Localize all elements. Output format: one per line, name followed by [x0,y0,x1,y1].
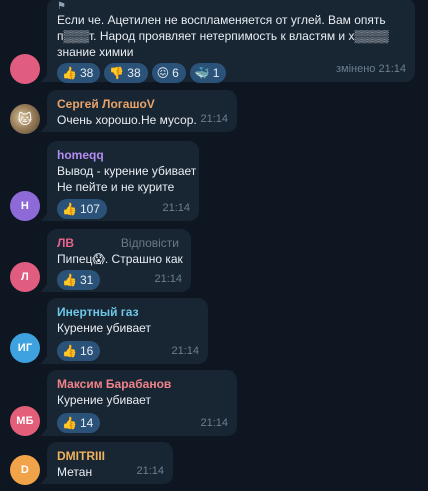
thumbs-up-icon: 👍 [62,66,77,80]
avatar-initials: D [20,464,30,476]
message-text-part: Пипец [57,252,93,266]
message-time: змінено 21:14 [335,63,406,75]
avatar[interactable]: H [10,191,40,221]
sender-name[interactable]: homeqq [57,147,190,163]
message-time: 21:14 [162,202,190,214]
message-bubble[interactable]: Инертный газ Курение убивает 👍 16 21:14 [41,298,208,364]
reaction-thumbs-up[interactable]: 👍 14 [57,413,101,433]
reaction-count: 31 [79,273,94,287]
reaction-thumbs-up[interactable]: 👍 107 [57,199,107,219]
reaction-count: 38 [79,66,94,80]
reaction-thumbs-up[interactable]: 👍 38 [57,63,101,83]
reaction-count: 16 [79,344,94,358]
reaction-thumbs-up[interactable]: 👍 31 [57,270,101,290]
message-text-line: п▒▒▒т. Народ проявляет нетерпимость к вл… [57,29,389,43]
avatar-initials: H [20,200,30,212]
message-bubble[interactable]: Максим Барабанов Курение убивает 👍 14 21… [41,370,237,436]
thumbs-up-icon: 👍 [62,344,77,358]
avatar[interactable] [10,54,40,84]
message-bubble[interactable]: Сергей ЛогашоV Очень хорошо.Не мусор. 21… [41,90,237,132]
message-text-line: Если че. Ацетилен не воспламеняется от у… [57,13,386,27]
sender-name[interactable]: Инертный газ [57,304,199,320]
avatar-initials: МБ [16,415,34,427]
sender-name[interactable]: Сергей ЛогашоV [57,96,228,112]
avatar[interactable]: Л [10,262,40,292]
message-time: 21:14 [136,465,164,477]
scared-face-icon: 😱 [92,252,105,266]
message-text-line: Вывод - курение убивает [57,164,197,178]
reaction-thumbs-up[interactable]: 👍 16 [57,341,101,361]
forward-flag-icon: ⚑ [57,1,66,12]
message-time: 21:14 [200,113,228,125]
reaction-count: 14 [79,416,94,430]
thumbs-up-icon: 👍 [62,202,77,216]
cat-photo-icon: 🐱 [17,110,33,127]
message-text-part: . Страшно как [104,252,183,266]
avatar[interactable]: D [10,455,40,485]
message-text: Курение убивает [57,321,151,335]
reaction-count: 1 [212,66,220,80]
reaction-count: 6 [172,66,179,80]
reply-button[interactable]: Відповісти [121,236,179,250]
reaction-thumbs-down[interactable]: 👎 38 [104,63,148,83]
message-bubble[interactable]: ⚑ Если че. Ацетилен не воспламеняется от… [41,0,415,83]
avatar[interactable]: МБ [10,406,40,436]
message-time: 21:14 [171,345,199,357]
reaction-count: 38 [127,66,141,80]
reaction-count: 107 [79,202,100,216]
message-bubble[interactable]: homeqq Вывод - курение убивает Не пейте … [41,141,199,221]
whale-icon: 🐳 [194,66,210,80]
avatar[interactable]: 🐱 [10,104,40,134]
sender-name[interactable]: DMITRIII [57,448,164,464]
message-text: Пипец😱. Страшно как [57,251,183,267]
sender-name[interactable]: Максим Барабанов [57,376,228,392]
reaction-grimace[interactable]: 😖 6 [151,63,186,83]
grimace-face-icon: 😖 [156,66,170,80]
avatar[interactable]: ИГ [10,333,40,363]
thumbs-up-icon: 👍 [62,416,77,430]
message-bubble[interactable]: ЛВ Відповісти Пипец😱. Страшно как 👍 31 2… [41,229,191,292]
message-bubble[interactable]: DMITRIII Метан 21:14 [41,442,173,484]
message-text-line: знание химии [57,45,134,59]
thumbs-down-icon: 👎 [109,66,125,80]
message-time: 21:14 [154,273,182,285]
avatar-initials: Л [21,271,29,283]
message-time: 21:14 [200,417,228,429]
reaction-whale[interactable]: 🐳 1 [189,63,227,83]
message-text: Курение убивает [57,393,151,407]
message-text-line: Не пейте и не курите [57,180,175,194]
thumbs-up-icon: 👍 [62,273,77,287]
avatar-initials: ИГ [17,342,33,354]
